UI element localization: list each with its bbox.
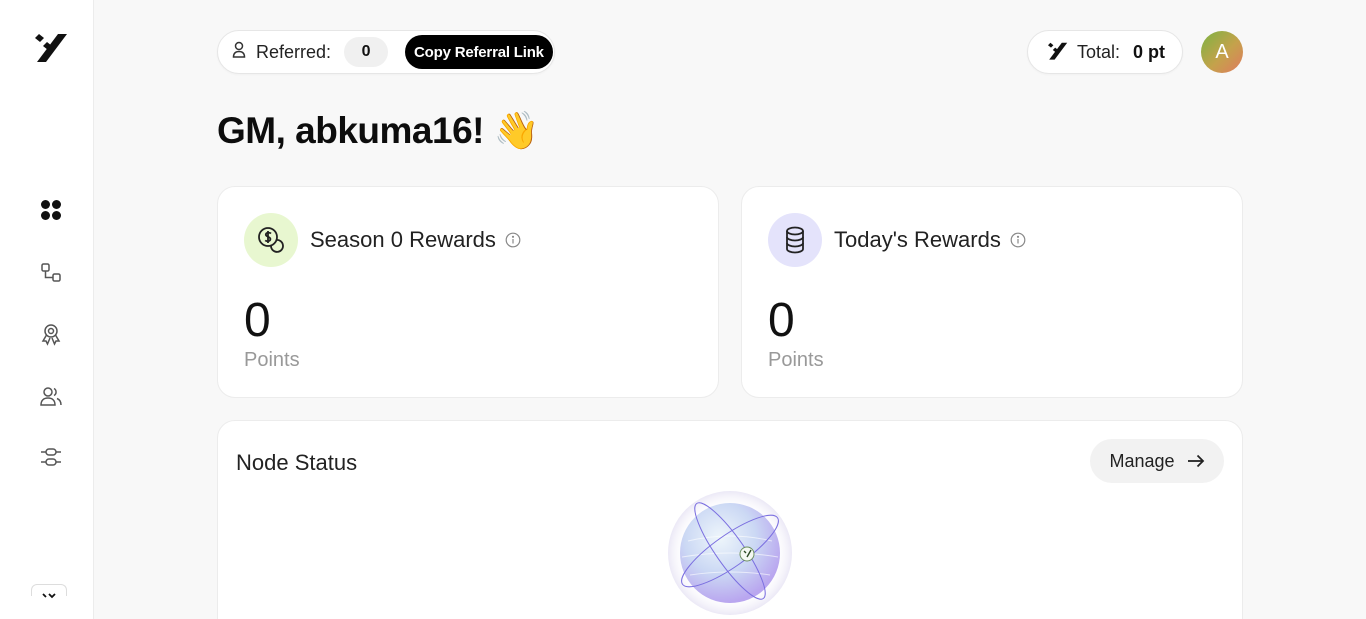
globe-illustration — [668, 491, 798, 619]
season-rewards-title-text: Season 0 Rewards — [310, 227, 496, 252]
greeting: GM, abkuma16! 👋 — [217, 110, 540, 151]
today-points-unit: Points — [768, 349, 824, 371]
coin-stack-icon — [768, 213, 822, 267]
sidebar-item-dashboard[interactable] — [38, 199, 64, 225]
manage-button-label: Manage — [1109, 450, 1175, 471]
node-status-title: Node Status — [236, 450, 358, 475]
rewards-badge-icon — [39, 322, 63, 351]
info-icon[interactable] — [505, 232, 521, 248]
coin-dollar-icon — [244, 213, 298, 267]
avatar[interactable]: A — [1201, 31, 1243, 73]
referral-pill: Referred: 0 Copy Referral Link — [217, 30, 555, 74]
today-rewards-title: Today's Rewards — [834, 227, 1026, 253]
sidebar-item-rewards[interactable] — [38, 323, 64, 349]
sidebar-item-nodes[interactable] — [38, 262, 64, 288]
referred-label: Referred: — [256, 41, 332, 62]
today-points-value: 0 — [768, 294, 795, 347]
sidebar-item-users[interactable] — [38, 385, 64, 411]
info-icon[interactable] — [1010, 232, 1026, 248]
users-icon — [39, 384, 63, 413]
settings-sliders-icon — [39, 445, 63, 474]
total-label: Total: — [1077, 41, 1121, 62]
season-points-value: 0 — [244, 294, 271, 347]
total-points-pill: Total: 0 pt — [1027, 30, 1183, 74]
season-rewards-title: Season 0 Rewards — [310, 227, 521, 253]
sidebar-collapse-toggle[interactable] — [31, 584, 67, 599]
copy-referral-link-button[interactable]: Copy Referral Link — [405, 35, 553, 69]
sidebar — [0, 0, 94, 619]
nodes-icon — [40, 262, 62, 289]
node-status-card: Node Status Manage — [217, 420, 1243, 619]
dashboard-icon — [39, 198, 63, 227]
season-points-unit: Points — [244, 349, 300, 371]
total-value: 0 pt — [1133, 41, 1166, 62]
today-rewards-card: Today's Rewards 0 Points — [741, 186, 1243, 398]
season-rewards-card: Season 0 Rewards 0 Points — [217, 186, 719, 398]
sidebar-item-settings[interactable] — [38, 446, 64, 472]
brand-points-icon — [1045, 39, 1069, 66]
today-rewards-title-text: Today's Rewards — [834, 227, 1001, 252]
referred-count: 0 — [344, 37, 389, 67]
manage-button[interactable]: Manage — [1090, 439, 1224, 483]
brand-mini-icon — [42, 588, 56, 599]
arrow-right-icon — [1187, 454, 1205, 468]
brand-logo[interactable] — [30, 28, 70, 64]
referral-user-icon — [232, 41, 246, 64]
